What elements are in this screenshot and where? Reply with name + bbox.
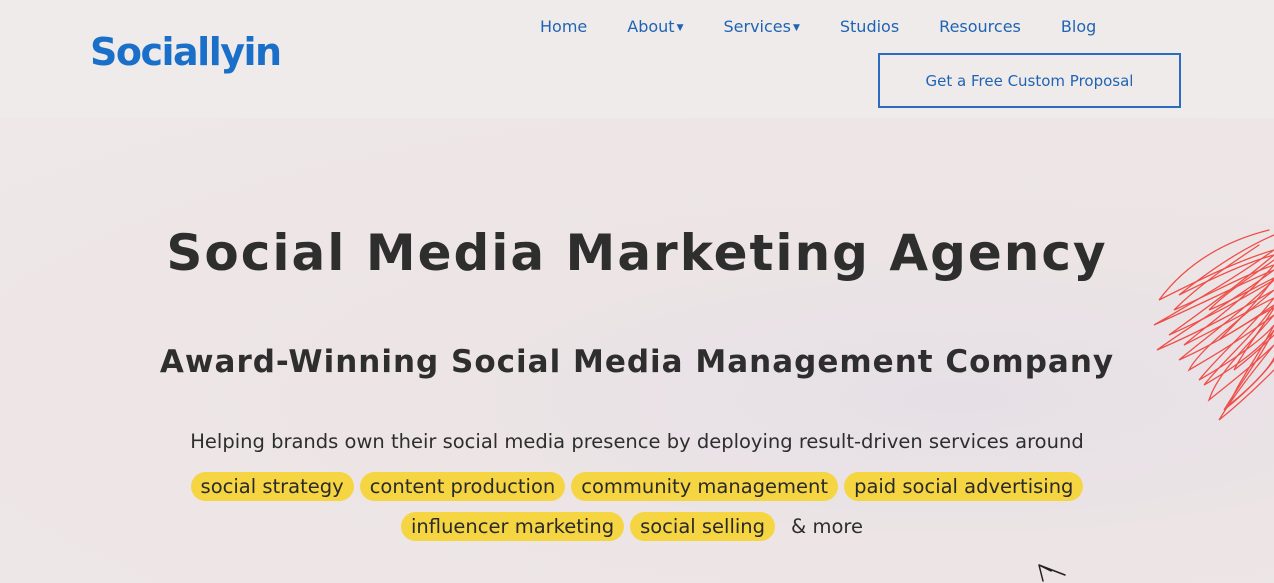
cursor-arrow-icon	[1038, 564, 1066, 582]
nav-item-services[interactable]: Services ▼	[703, 16, 819, 39]
page-title: Social Media Marketing Agency	[166, 224, 1108, 282]
site-header: Sociallyin Home About ▼ Services ▼ Studios…	[0, 0, 1274, 118]
tag-social-selling: social selling	[630, 512, 776, 541]
nav-item-resources[interactable]: Resources	[919, 16, 1041, 39]
caret-down-icon: ▼	[676, 23, 684, 33]
nav-item-home[interactable]: Home	[520, 16, 607, 39]
nav-item-label: About	[627, 17, 675, 36]
tag-influencer-marketing: influencer marketing	[401, 512, 625, 541]
nav-item-about[interactable]: About ▼	[607, 16, 703, 39]
main-nav: Home About ▼ Services ▼ Studios Resources …	[520, 16, 1116, 39]
more-text: & more	[791, 515, 863, 538]
nav-item-label: Resources	[939, 17, 1021, 36]
nav-item-studios[interactable]: Studios	[820, 16, 919, 39]
logo[interactable]: Sociallyin	[90, 26, 282, 78]
nav-item-blog[interactable]: Blog	[1041, 16, 1116, 39]
nav-item-label: Services	[723, 17, 791, 36]
hero-description: Helping brands own their social media pr…	[190, 430, 1084, 453]
nav-item-label: Studios	[839, 17, 900, 36]
scribble-decoration	[1153, 229, 1274, 421]
nav-item-label: Home	[540, 17, 588, 36]
tag-community-management: community management	[571, 472, 839, 501]
nav-item-label: Blog	[1060, 17, 1097, 36]
service-tags: social strategy content production commu…	[80, 472, 1194, 541]
tag-social-strategy: social strategy	[190, 472, 354, 501]
page-subtitle: Award-Winning Social Media Management Co…	[159, 344, 1115, 380]
tag-content-production: content production	[359, 472, 566, 501]
caret-down-icon: ▼	[792, 23, 800, 33]
hero-section: Social Media Marketing Agency Award-Winn…	[0, 118, 1274, 583]
tag-paid-social-advertising: paid social advertising	[844, 472, 1084, 501]
get-proposal-button[interactable]: Get a Free Custom Proposal	[878, 53, 1181, 108]
